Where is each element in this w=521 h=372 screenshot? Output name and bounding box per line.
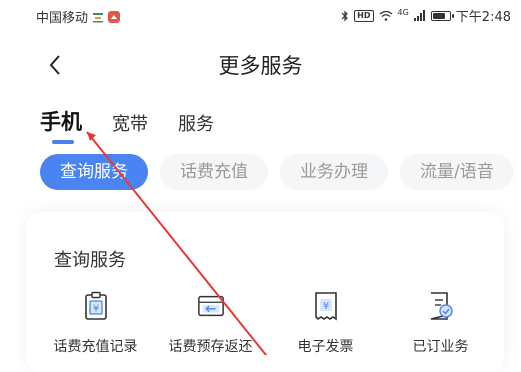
active-tab-indicator — [52, 140, 74, 144]
prepay-return-icon — [197, 290, 225, 322]
network-type: 4G — [397, 8, 409, 17]
clock: 下午2:48 — [455, 10, 511, 25]
chip-business[interactable]: 业务办理 — [280, 154, 388, 190]
section-title: 查询服务 — [54, 250, 126, 271]
carrier-name: 中国移动 — [36, 11, 89, 26]
status-bar: 中国移动 HD 4G 下午2:48 — [0, 0, 521, 32]
app-notification-icon — [108, 10, 121, 23]
hd-badge: HD — [354, 9, 374, 22]
tab-phone-label: 手机 — [40, 110, 82, 134]
e-invoice-icon: ¥ — [312, 290, 340, 322]
title-bar: 更多服务 — [0, 40, 521, 90]
tab-broadband[interactable]: 宽带 — [112, 110, 148, 146]
service-item-label: 话费预存返还 — [168, 339, 253, 355]
tab-phone[interactable]: 手机 — [40, 106, 82, 146]
cell-signal-icon — [413, 10, 425, 21]
battery-level — [432, 12, 445, 19]
chip-recharge[interactable]: 话费充值 — [160, 154, 268, 190]
chip-data-voice[interactable]: 流量/语音 — [400, 154, 514, 190]
page-title: 更多服务 — [218, 54, 303, 78]
recharge-record-icon: ¥ — [82, 290, 110, 322]
service-card: 查询服务 ¥ 话费充值记录 话费预存返还 ¥ 电子发票 已订业务 — [26, 212, 504, 372]
subscribed-services-icon — [427, 290, 455, 322]
service-item-label: 电子发票 — [297, 339, 354, 355]
status-icons: HD 4G 下午2:48 — [341, 6, 511, 25]
carrier-info: 中国移动 — [36, 7, 121, 26]
svg-text:¥: ¥ — [92, 304, 98, 315]
service-item-label: 话费充值记录 — [53, 339, 138, 355]
chip-query-service[interactable]: 查询服务 — [40, 154, 148, 190]
tab-service[interactable]: 服务 — [178, 110, 214, 146]
service-item-subscribed[interactable]: 已订业务 — [383, 290, 498, 356]
service-item-e-invoice[interactable]: ¥ 电子发票 — [268, 290, 383, 356]
service-item-prepay-return[interactable]: 话费预存返还 — [153, 290, 268, 356]
battery-tip — [451, 13, 454, 18]
bluetooth-icon — [341, 10, 349, 21]
service-item-recharge-record[interactable]: ¥ 话费充值记录 — [38, 290, 153, 356]
signal-flag-icon — [93, 12, 104, 22]
svg-text:¥: ¥ — [322, 301, 328, 312]
service-item-label: 已订业务 — [412, 339, 469, 355]
tab-broadband-label: 宽带 — [112, 114, 148, 135]
service-grid: ¥ 话费充值记录 话费预存返还 ¥ 电子发票 已订业务 — [38, 290, 498, 356]
tab-service-label: 服务 — [178, 114, 214, 135]
battery-icon — [430, 10, 454, 21]
category-tabs: 手机 宽带 服务 — [40, 106, 214, 146]
filter-chips: 查询服务 话费充值 业务办理 流量/语音 — [40, 154, 514, 190]
wifi-icon — [379, 10, 392, 21]
